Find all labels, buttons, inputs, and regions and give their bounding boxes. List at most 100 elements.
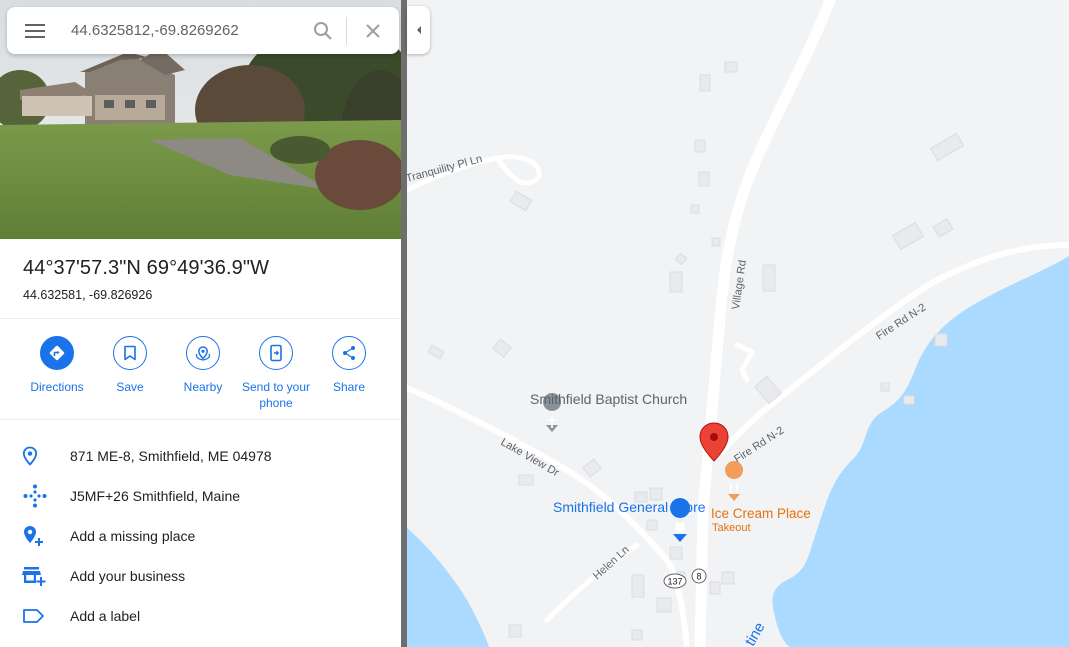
hamburger-menu-icon [25, 23, 45, 38]
collapse-panel-button[interactable] [407, 6, 430, 54]
building [934, 333, 948, 347]
pond-water [407, 528, 489, 647]
nearby-button[interactable]: Nearby [166, 336, 240, 395]
add-missing-place-text: Add a missing place [70, 528, 196, 544]
menu-button[interactable] [7, 7, 63, 54]
building [631, 574, 645, 598]
building [903, 395, 915, 405]
search-box [7, 7, 399, 54]
church-label: Smithfield Baptist Church [530, 391, 687, 407]
building [674, 252, 688, 266]
panel-divider [401, 0, 407, 647]
nearby-icon [186, 336, 220, 370]
building [669, 546, 683, 560]
route-137-shield: 137 [663, 573, 687, 589]
building [762, 264, 776, 292]
building [709, 581, 721, 595]
clear-search-button[interactable] [347, 7, 399, 54]
directions-button[interactable]: Directions [20, 336, 94, 395]
label-icon [23, 609, 44, 623]
route-8-shield: 8 [691, 568, 707, 584]
bookmark-icon [113, 336, 147, 370]
pin-dot [710, 433, 718, 441]
building [509, 190, 533, 212]
building [646, 519, 658, 531]
building [698, 171, 710, 187]
nearby-label: Nearby [183, 380, 223, 394]
route-137-label: 137 [667, 577, 682, 587]
map-graphic[interactable]: Village Rd Tranquility Pl Ln Fire Rd N-2… [407, 0, 1069, 647]
share-button[interactable]: Share [312, 336, 386, 395]
directions-icon [40, 336, 74, 370]
bag-glyph [675, 523, 685, 531]
add-label-row[interactable]: Add a label [0, 596, 401, 636]
building [492, 338, 512, 358]
divider-line [0, 419, 401, 420]
add-business-row[interactable]: Add your business [0, 556, 401, 596]
add-business-text: Add your business [70, 568, 186, 584]
close-icon [366, 23, 380, 38]
road-label-fire-upper: Fire Rd N-2 [874, 301, 928, 342]
road-label-helen: Helen Ln [591, 544, 632, 582]
building [711, 237, 721, 247]
address-text: 871 ME-8, Smithfield, ME 04978 [70, 448, 272, 464]
building [694, 139, 706, 153]
add-business-icon [22, 567, 46, 586]
share-label: Share [332, 380, 366, 394]
caret-left-icon [416, 26, 421, 34]
poi-church[interactable]: Smithfield Baptist Church [530, 391, 687, 432]
add-place-icon [24, 526, 43, 546]
road-label-tranquility: Tranquility Pl Ln [407, 153, 484, 185]
building [631, 629, 643, 641]
building [932, 218, 954, 238]
coordinates-dms: 44°37'57.3"N 69°49'36.9"W [23, 257, 270, 279]
water-label-partial: tine [742, 620, 769, 647]
building [929, 132, 965, 162]
save-label: Save [116, 380, 144, 394]
building [724, 61, 738, 73]
ice-cream-label: Ice Cream Place [711, 506, 811, 521]
add-missing-place-row[interactable]: Add a missing place [0, 516, 401, 556]
map-canvas[interactable]: Village Rd Tranquility Pl Ln Fire Rd N-2… [407, 0, 1069, 647]
poi-ice-cream[interactable]: Ice Cream Place Takeout [711, 461, 811, 534]
building [656, 597, 672, 613]
building [582, 458, 602, 478]
save-button[interactable]: Save [93, 336, 167, 395]
building [669, 271, 683, 293]
ice-cream-sublabel: Takeout [712, 522, 751, 534]
search-button[interactable] [300, 7, 346, 54]
plus-code-text: J5MF+26 Smithfield, Maine [70, 488, 241, 504]
address-row[interactable]: 871 ME-8, Smithfield, ME 04978 [0, 436, 401, 476]
building [508, 624, 522, 638]
action-buttons: Directions Save Nearby Send to your phon… [0, 320, 401, 419]
share-icon [332, 336, 366, 370]
coordinates-decimal: 44.632581, -69.826926 [23, 288, 153, 302]
building [880, 382, 890, 392]
divider-line [0, 318, 401, 319]
send-to-phone-button[interactable]: Send to your phone [239, 336, 313, 411]
side-panel: 44°37'57.3"N 69°49'36.9"W 44.632581, -69… [0, 0, 401, 647]
plus-code-row[interactable]: J5MF+26 Smithfield, Maine [0, 476, 401, 516]
info-list: 871 ME-8, Smithfield, ME 04978 J5MF+26 S… [0, 436, 401, 636]
fork-knife-glyph [730, 483, 738, 493]
village-road [694, 0, 836, 647]
store-label: Smithfield General Store [553, 499, 706, 515]
plus-code-icon [23, 484, 47, 508]
location-pin-icon [22, 446, 38, 466]
directions-label: Directions [30, 380, 84, 394]
add-label-text: Add a label [70, 608, 141, 624]
spur-road [734, 342, 755, 383]
building [690, 204, 700, 214]
search-input[interactable] [63, 10, 300, 51]
food-pin-icon [725, 461, 744, 501]
building [892, 221, 924, 251]
send-to-phone-label: Send to your phone [241, 380, 311, 410]
route-8-label: 8 [696, 572, 701, 582]
place-header: 44°37'57.3"N 69°49'36.9"W 44.632581, -69… [0, 239, 401, 319]
building [699, 74, 711, 92]
road-label-village: Village Rd [730, 259, 749, 310]
send-to-phone-icon [259, 336, 293, 370]
building [721, 571, 735, 585]
road-label-lake-view: Lake View Dr [499, 436, 562, 479]
magnifier-icon [314, 21, 332, 40]
